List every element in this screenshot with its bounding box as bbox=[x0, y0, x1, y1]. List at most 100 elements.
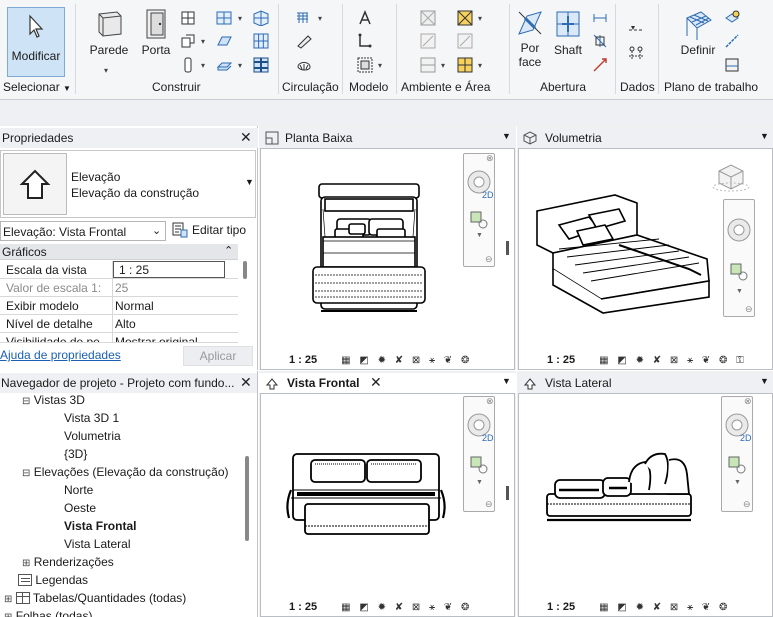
view-controls-icons[interactable]: ▦ ◩ ✹ ✘ ⊠ ⚹ ❦ ❂ ⚿ bbox=[599, 355, 747, 366]
viewport-canvas[interactable]: ⊗ 2D ▼ ⊖ 1 : 25 ▦ ◩ ✹ ✘ ⊠ ⚹ ❦ ❂ bbox=[518, 393, 773, 617]
modify-button[interactable]: Modificar bbox=[7, 7, 65, 77]
view-tab[interactable]: Vista Lateral bbox=[517, 373, 773, 393]
level-icon[interactable] bbox=[628, 20, 644, 36]
type-selector[interactable]: Elevação Elevação da construção ▼ bbox=[0, 150, 256, 218]
dormer-icon[interactable] bbox=[592, 57, 608, 73]
roof-icon[interactable] bbox=[216, 10, 232, 26]
chevron-down-icon[interactable]: ▾ bbox=[238, 14, 242, 23]
area-icon[interactable] bbox=[420, 57, 436, 73]
steering-wheel-icon[interactable]: 2D bbox=[723, 411, 753, 445]
view-tab-active[interactable]: Vista Frontal bbox=[259, 373, 516, 393]
workplane-viewer-icon[interactable] bbox=[724, 57, 740, 73]
viewport-scrollbar[interactable] bbox=[506, 486, 509, 500]
property-row[interactable]: Nível de detalhe Alto bbox=[0, 315, 238, 333]
view-scale[interactable]: 1 : 25 bbox=[289, 601, 317, 613]
scroll-down-icon[interactable]: ⊖ bbox=[743, 499, 751, 510]
scroll-down-icon[interactable]: ⊖ bbox=[485, 499, 493, 510]
steering-wheel-icon[interactable]: 2D bbox=[465, 168, 495, 202]
tree-item-vista-3d-1[interactable]: Vista 3D 1 bbox=[64, 411, 119, 425]
tree-node-legendas[interactable]: Legendas bbox=[18, 573, 88, 587]
by-face-button[interactable]: Por face bbox=[513, 8, 547, 69]
column-icon[interactable] bbox=[180, 57, 196, 73]
curtain-system-icon[interactable] bbox=[253, 10, 269, 26]
view-menu-icon[interactable]: ▼ bbox=[760, 376, 769, 386]
zoom-region-icon[interactable] bbox=[723, 453, 753, 477]
chevron-down-icon[interactable]: ▾ bbox=[318, 14, 322, 23]
close-icon[interactable]: ⊗ bbox=[744, 396, 752, 407]
chevron-down-icon[interactable]: ▾ bbox=[441, 61, 445, 70]
tree-item-vista-frontal[interactable]: Vista Frontal bbox=[64, 519, 136, 533]
chevron-down-icon[interactable]: ▼ bbox=[734, 479, 741, 486]
viewport-scrollbar[interactable] bbox=[506, 241, 509, 255]
ceiling-icon[interactable] bbox=[216, 33, 232, 49]
view-controls-icons[interactable]: ▦ ◩ ✹ ✘ ⊠ ⚹ ❦ ❂ bbox=[341, 602, 472, 613]
vertical-opening-icon[interactable] bbox=[592, 33, 608, 49]
property-row[interactable]: Exibir modelo Normal bbox=[0, 297, 238, 315]
set-workplane-button[interactable]: Definir bbox=[678, 8, 718, 57]
tree-node-renderizacoes[interactable]: ⊞ Renderizações bbox=[22, 555, 114, 569]
navigation-bar[interactable]: ⊗ 2D ▼ ⊖ bbox=[463, 153, 495, 267]
tree-item-oeste[interactable]: Oeste bbox=[64, 501, 96, 515]
view-scale[interactable]: 1 : 25 bbox=[547, 601, 575, 613]
view-menu-icon[interactable]: ▼ bbox=[502, 376, 511, 386]
viewport-canvas[interactable]: ⊗ 2D ▼ ⊖ 1 : 25 ▦ ◩ ✹ ✘ ⊠ ⚹ ❦ ❂ bbox=[260, 393, 515, 617]
view-tab[interactable]: Volumetria bbox=[517, 128, 773, 148]
graphics-section-header[interactable]: Gráficos ⌃ bbox=[0, 244, 238, 260]
close-icon[interactable]: ✕ bbox=[370, 374, 382, 391]
close-icon[interactable]: ⊗ bbox=[486, 153, 494, 164]
model-group-icon[interactable] bbox=[357, 57, 373, 73]
wall-button[interactable]: Parede bbox=[88, 8, 130, 57]
chevron-down-icon[interactable]: ▾ bbox=[238, 61, 242, 70]
viewcube[interactable] bbox=[712, 164, 750, 192]
steering-wheel-icon[interactable]: 2D bbox=[465, 411, 495, 445]
component-icon[interactable] bbox=[180, 33, 196, 49]
properties-help-link[interactable]: Ajuda de propriedades bbox=[0, 348, 121, 362]
tree-node-elevacoes[interactable]: ⊟ Elevações (Elevação da construção) bbox=[22, 465, 229, 479]
model-line-icon[interactable] bbox=[357, 33, 373, 49]
chevron-down-icon[interactable]: ▾ bbox=[201, 61, 205, 70]
chevron-down-icon[interactable]: ▾ bbox=[478, 14, 482, 23]
navigation-bar[interactable]: ⊗ 2D ▼ ⊖ bbox=[721, 396, 753, 512]
view-scale[interactable]: 1 : 25 bbox=[547, 354, 575, 366]
viewport-canvas[interactable]: ⊗ 2D ▼ ⊖ 1 : 25 ▦ ◩ ✹ ✘ ⊠ ⚹ ❦ ❂ bbox=[260, 148, 515, 370]
close-icon[interactable]: ✕ bbox=[240, 374, 252, 391]
chevron-down-icon[interactable]: ▾ bbox=[201, 37, 205, 46]
view-controls-icons[interactable]: ▦ ◩ ✹ ✘ ⊠ ⚹ ❦ ❂ bbox=[341, 355, 472, 366]
viewport-canvas[interactable]: ▼ ⊖ 1 : 25 ▦ ◩ ✹ ✘ ⊠ ⚹ ❦ ❂ ⚿ bbox=[518, 148, 773, 370]
area-boundary-icon[interactable] bbox=[457, 33, 473, 49]
close-icon[interactable]: ⊗ bbox=[486, 396, 494, 407]
zoom-region-icon[interactable] bbox=[725, 260, 755, 284]
railing-icon[interactable] bbox=[296, 10, 312, 26]
chevron-down-icon[interactable]: ▼ bbox=[476, 232, 483, 239]
edit-type-button[interactable]: Editar tipo bbox=[172, 222, 246, 238]
floor-icon[interactable] bbox=[216, 57, 232, 73]
door-button[interactable]: Porta bbox=[138, 8, 174, 57]
tree-node-tabelas[interactable]: ⊞ Tabelas/Quantidades (todas) bbox=[4, 591, 186, 605]
property-row[interactable]: Visibilidade de pe Mostrar original bbox=[0, 333, 238, 343]
tree-item-vista-lateral[interactable]: Vista Lateral bbox=[64, 537, 131, 551]
chevron-down-icon[interactable]: ▼ bbox=[736, 288, 743, 295]
room-separator-icon[interactable] bbox=[420, 33, 436, 49]
chevron-down-icon[interactable]: ▼ bbox=[476, 479, 483, 486]
instance-filter-dropdown[interactable]: Elevação: Vista Frontal ⌄ bbox=[0, 221, 166, 241]
tree-item-volumetria[interactable]: Volumetria bbox=[64, 429, 121, 443]
chevron-down-icon[interactable]: ▾ bbox=[478, 61, 482, 70]
zoom-region-icon[interactable] bbox=[465, 208, 495, 232]
zoom-region-icon[interactable] bbox=[465, 453, 495, 477]
close-icon[interactable]: ✕ bbox=[240, 129, 252, 146]
reference-plane-icon[interactable] bbox=[724, 33, 740, 49]
shaft-button[interactable]: Shaft bbox=[551, 8, 585, 57]
area-tag-icon[interactable] bbox=[457, 57, 473, 73]
select-dropdown[interactable]: Selecionar ▼ bbox=[3, 80, 71, 94]
room-icon[interactable] bbox=[420, 10, 436, 26]
chevron-down-icon[interactable]: ▾ bbox=[104, 66, 108, 75]
wall-opening-icon[interactable] bbox=[592, 10, 608, 26]
tree-node-vistas-3d[interactable]: ⊟ Vistas 3D bbox=[22, 393, 85, 407]
apply-button[interactable]: Aplicar bbox=[183, 346, 253, 366]
window-icon[interactable] bbox=[180, 10, 196, 26]
room-tag-icon[interactable] bbox=[457, 10, 473, 26]
mullion-icon[interactable] bbox=[253, 57, 269, 73]
stair-icon[interactable] bbox=[296, 57, 312, 73]
navigation-bar[interactable]: ▼ ⊖ bbox=[723, 199, 755, 317]
chevron-down-icon[interactable]: ▾ bbox=[378, 61, 382, 70]
